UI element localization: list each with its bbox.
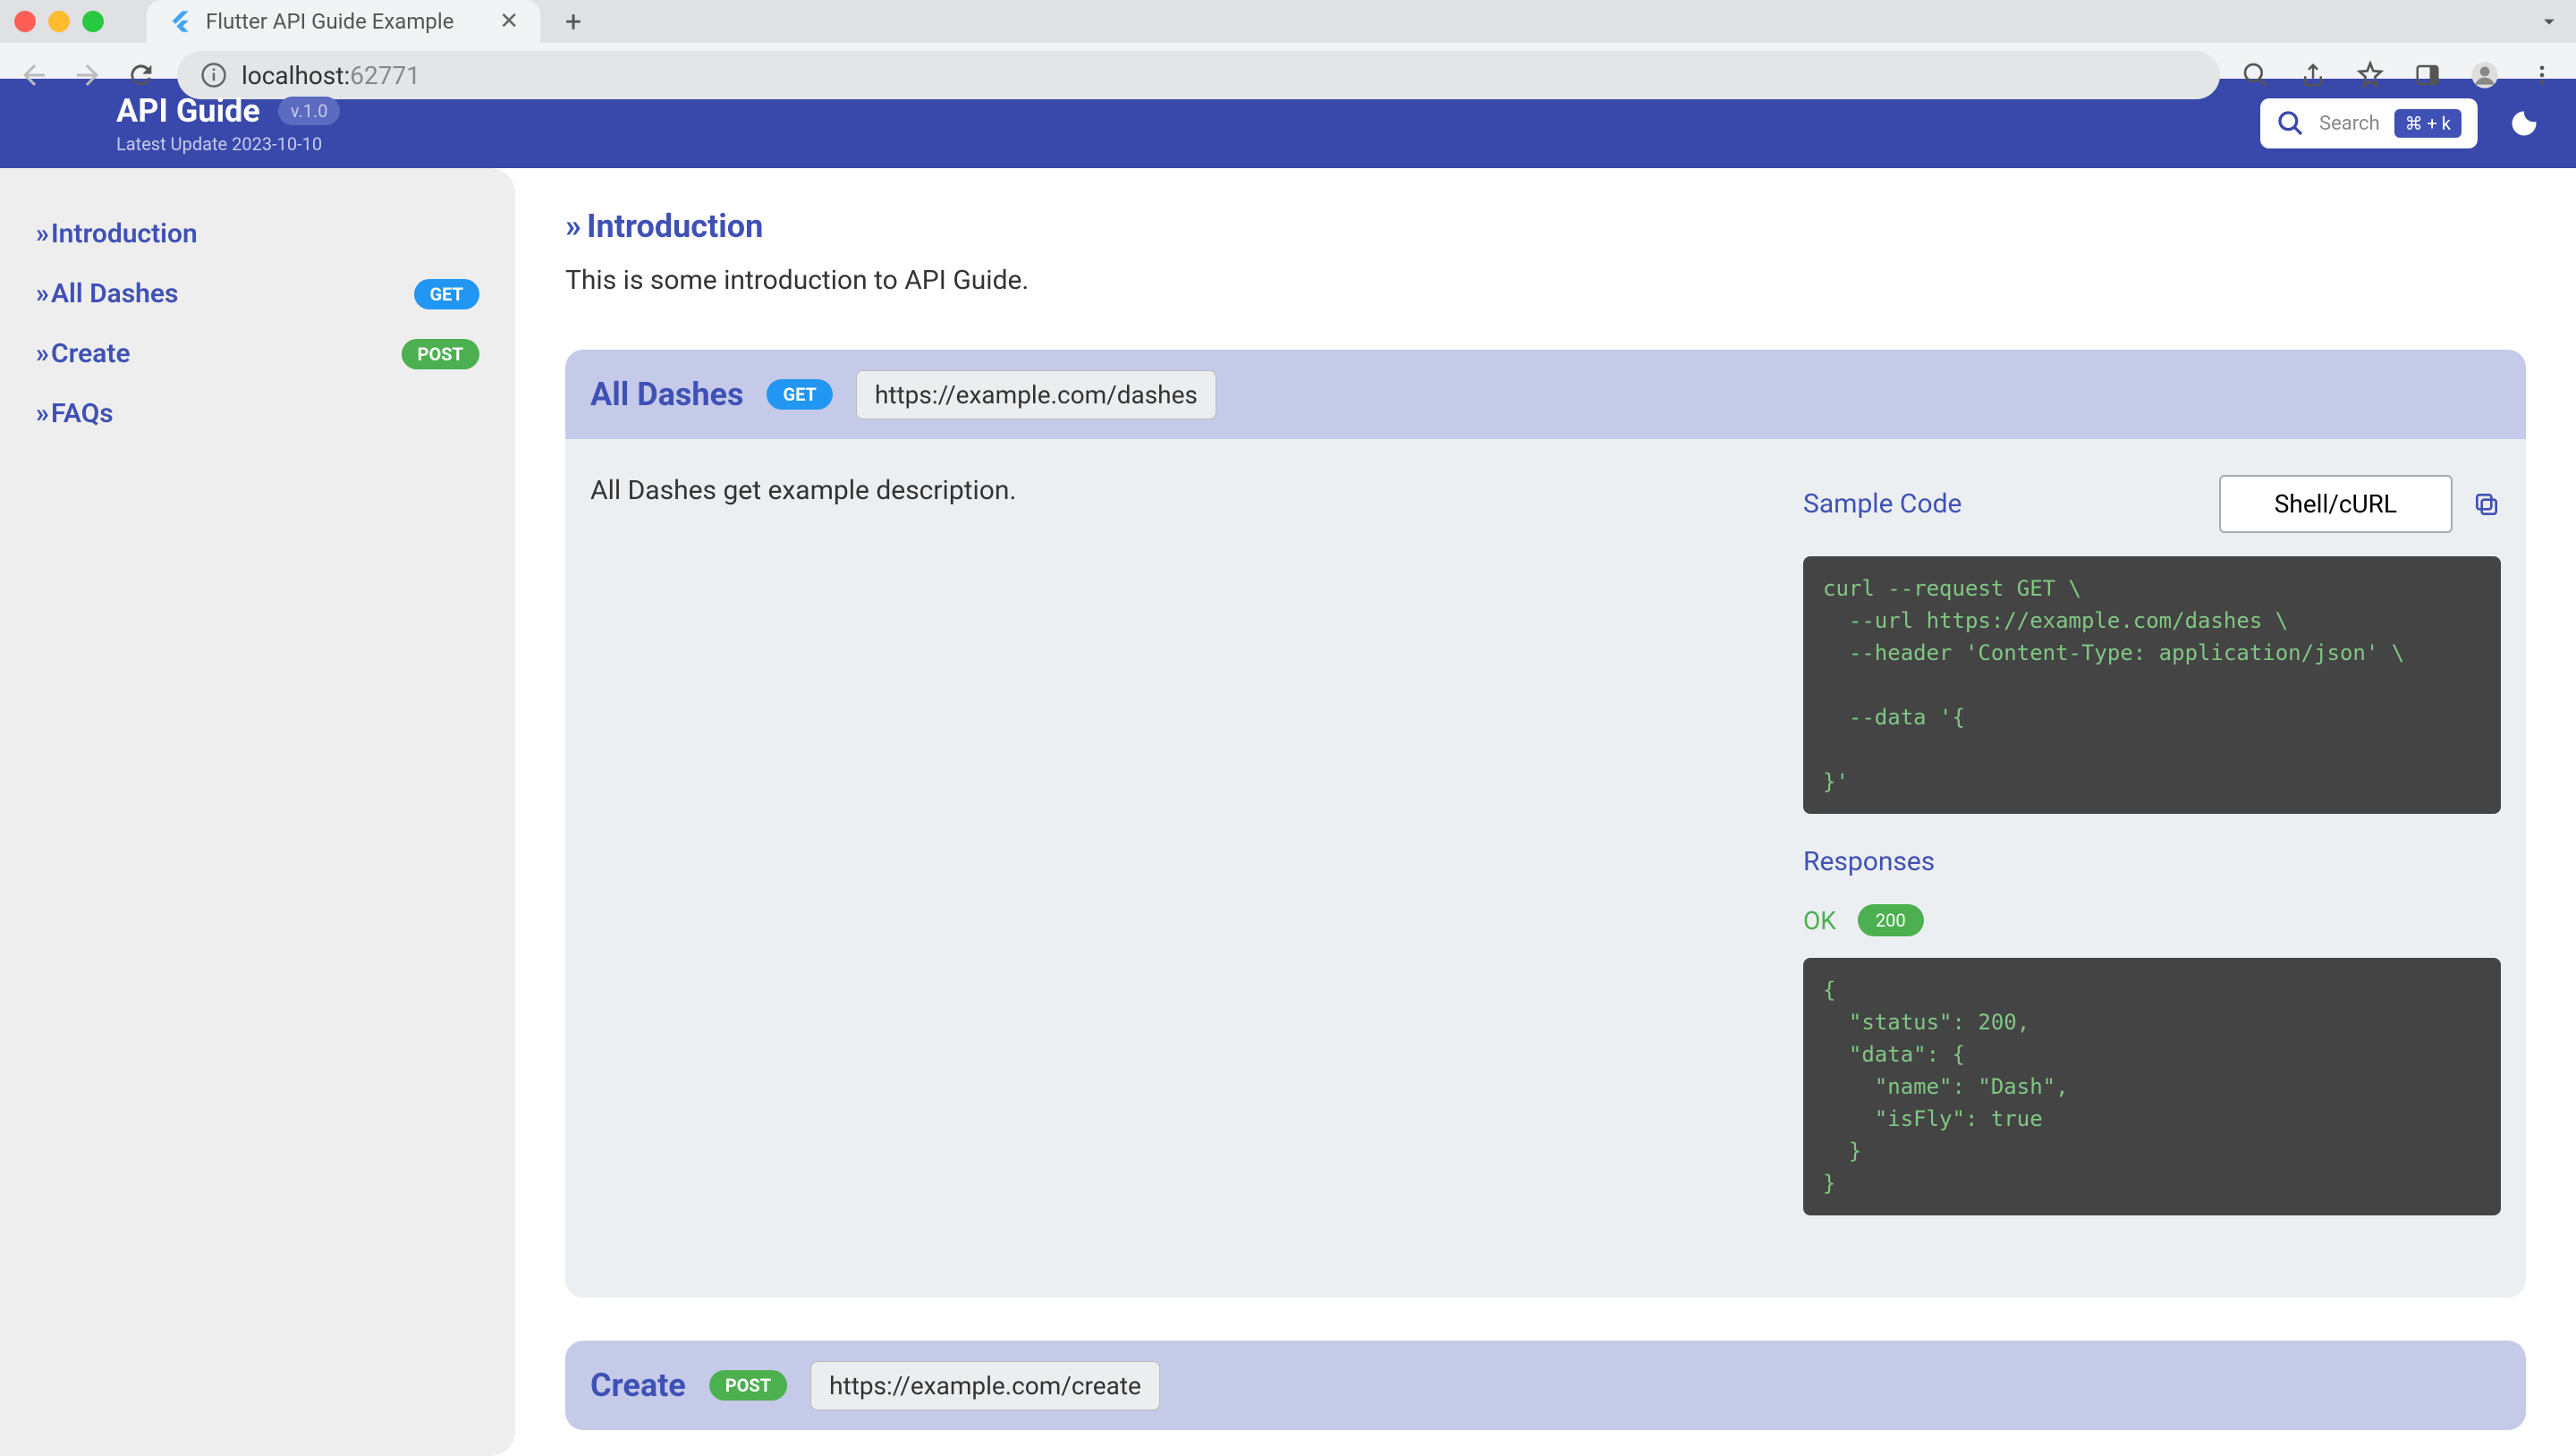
tab-title: Flutter API Guide Example [206,9,487,34]
sidebar-item-introduction[interactable]: » Introduction [30,204,485,264]
maximize-window[interactable] [82,11,104,32]
panel-icon[interactable] [2410,57,2445,93]
toolbar-actions [2238,57,2560,93]
tab-bar: Flutter API Guide Example ✕ + [0,0,2576,43]
share-icon[interactable] [2295,57,2331,93]
menu-icon[interactable] [2524,57,2560,93]
responses-label: Responses [1803,846,2501,877]
sidebar-item-label: FAQs [51,398,114,429]
intro-text: This is some introduction to API Guide. [565,265,2526,296]
chevron-double-icon: » [565,207,572,245]
dark-mode-toggle[interactable] [2508,107,2540,140]
back-button[interactable] [16,57,52,93]
site-info-icon[interactable] [200,62,227,89]
copy-button[interactable] [2472,490,2501,519]
sidebar-item-all-dashes[interactable]: » All Dashes GET [30,264,485,324]
version-badge: v.1.0 [278,97,341,125]
response-code-block[interactable]: { "status": 200, "data": { "name": "Dash… [1803,958,2501,1215]
endpoint-url[interactable]: https://example.com/dashes [856,370,1216,419]
endpoint-title: Create [590,1367,686,1404]
profile-icon[interactable] [2467,57,2503,93]
sample-code-label: Sample Code [1803,488,2199,520]
sidebar-item-faqs[interactable]: » FAQs [30,384,485,444]
forward-button[interactable] [70,57,106,93]
search-shortcut: ⌘ + k [2394,109,2462,138]
app-title: API Guide [116,92,260,130]
endpoint-create: Create POST https://example.com/create [565,1341,2526,1430]
request-code-block[interactable]: curl --request GET \ --url https://examp… [1803,556,2501,814]
reload-button[interactable] [123,57,159,93]
url-text: localhost:62771 [242,61,420,90]
response-status-text: OK [1803,906,1836,935]
app-body: » Introduction » All Dashes GET » Create… [0,168,2576,1456]
window-controls [14,11,104,32]
endpoint-url[interactable]: https://example.com/create [810,1361,1160,1410]
zoom-icon[interactable] [2238,57,2274,93]
method-badge-post: POST [402,339,479,369]
chevron-double-icon: » [36,338,42,369]
sidebar-item-create[interactable]: » Create POST [30,324,485,384]
language-select[interactable]: Shell/cURL [2219,475,2453,533]
sidebar-item-label: Create [51,338,131,369]
endpoint-header: Create POST https://example.com/create [565,1341,2526,1430]
close-tab-icon[interactable]: ✕ [499,8,519,35]
main-content: » Introduction This is some introduction… [515,168,2576,1456]
new-tab-button[interactable]: + [565,4,581,38]
chevron-double-icon: » [36,218,42,250]
search-button[interactable]: Search ⌘ + k [2260,98,2478,148]
method-badge-post: POST [709,1370,787,1401]
endpoint-title: All Dashes [590,376,743,413]
browser-chrome: Flutter API Guide Example ✕ + localhost:… [0,0,2576,79]
minimize-window[interactable] [48,11,70,32]
tab-overflow-icon[interactable] [2537,9,2562,34]
sidebar-item-label: Introduction [51,218,198,250]
method-badge-get: GET [767,379,832,410]
endpoint-description: All Dashes get example description. [590,475,1776,1248]
chevron-double-icon: » [36,278,42,309]
close-window[interactable] [14,11,36,32]
endpoint-all-dashes: All Dashes GET https://example.com/dashe… [565,350,2526,1298]
bookmark-icon[interactable] [2352,57,2388,93]
sidebar: » Introduction » All Dashes GET » Create… [0,168,515,1456]
search-icon [2276,109,2305,138]
chevron-double-icon: » [36,398,42,429]
url-bar[interactable]: localhost:62771 [177,51,2220,99]
endpoint-header: All Dashes GET https://example.com/dashe… [565,350,2526,439]
sidebar-item-label: All Dashes [51,278,178,309]
response-status-badge: 200 [1858,904,1924,936]
flutter-icon [168,9,193,34]
header-subtitle: Latest Update 2023-10-10 [116,133,340,155]
section-title-introduction: » Introduction [565,207,2526,245]
search-label: Search [2319,113,2380,135]
browser-tab[interactable]: Flutter API Guide Example ✕ [147,0,540,43]
method-badge-get: GET [414,279,479,309]
browser-toolbar: localhost:62771 [0,43,2576,107]
